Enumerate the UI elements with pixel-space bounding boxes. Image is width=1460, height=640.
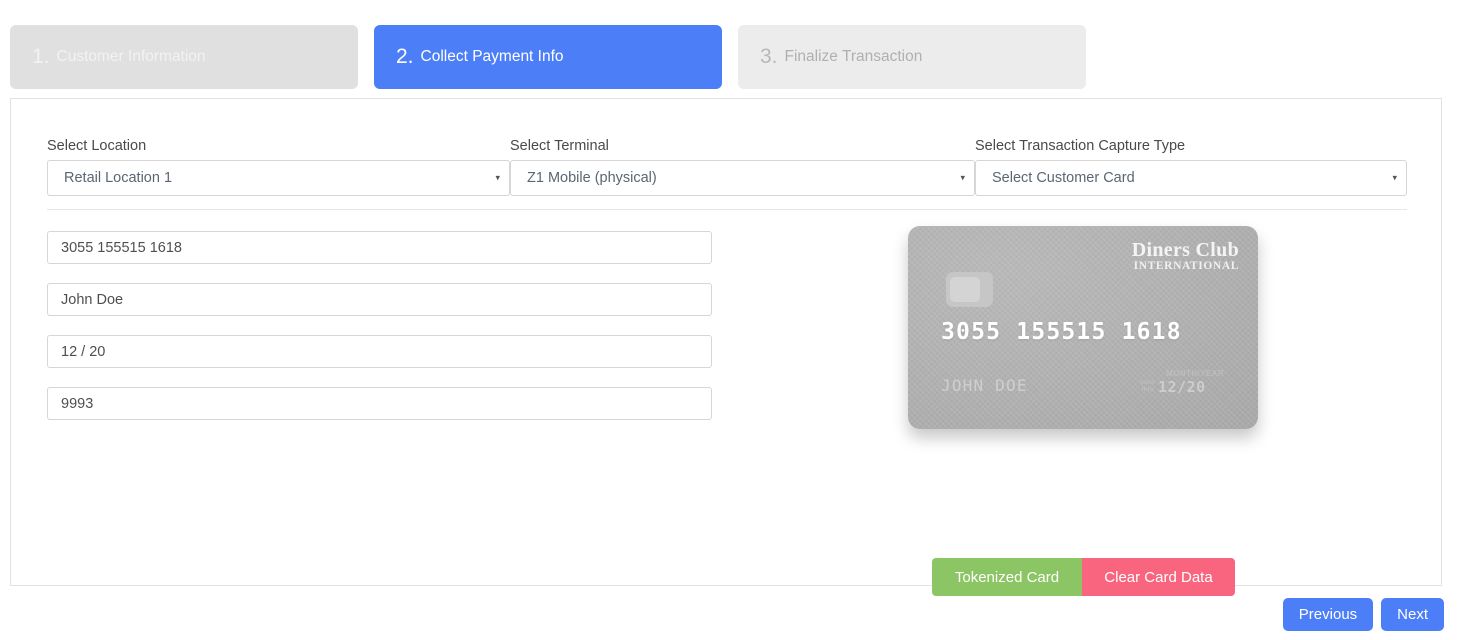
- capture-type-field-group: Select Transaction Capture Type Select C…: [975, 138, 1407, 196]
- chip-icon: [946, 272, 993, 307]
- step-label: Finalize Transaction: [784, 48, 923, 65]
- card-preview-number: 3055 155515 1618: [941, 319, 1182, 345]
- credit-card-preview-area: Diners Club INTERNATIONAL 3055 155515 16…: [897, 226, 1297, 429]
- card-cvv-input[interactable]: 9993: [47, 387, 712, 420]
- tokenize-card-button[interactable]: Tokenized Card: [932, 558, 1082, 596]
- previous-button[interactable]: Previous: [1282, 598, 1374, 631]
- diners-club-logo: Diners Club INTERNATIONAL: [1132, 240, 1239, 273]
- section-divider: [47, 209, 1407, 210]
- valid-thru-line2: thru: [1141, 386, 1155, 393]
- card-preview-name: JOHN DOE: [941, 376, 1028, 395]
- terminal-field-group: Select Terminal Z1 Mobile (physical) ▾: [510, 138, 975, 196]
- payment-wizard-page: 1. Customer Information 2. Collect Payme…: [0, 0, 1460, 640]
- chip-inner: [950, 277, 980, 302]
- location-select[interactable]: Retail Location 1 ▾: [47, 160, 510, 196]
- wizard-step-finalize-transaction[interactable]: 3. Finalize Transaction: [738, 25, 1086, 89]
- capture-type-label: Select Transaction Capture Type: [975, 138, 1186, 154]
- card-expiry-caption: MONTH/YEAR: [1166, 369, 1224, 378]
- card-preview-expiry: 12/20: [1158, 378, 1206, 396]
- chevron-down-icon: ▾: [495, 172, 500, 183]
- credit-card-preview: Diners Club INTERNATIONAL 3055 155515 16…: [908, 226, 1258, 429]
- wizard-step-customer-information[interactable]: 1. Customer Information: [10, 25, 358, 89]
- clear-card-data-button[interactable]: Clear Card Data: [1082, 558, 1235, 596]
- selectors-row: Select Location Retail Location 1 ▾ Sele…: [47, 138, 1407, 196]
- step-number: 1.: [32, 45, 50, 68]
- location-label: Select Location: [47, 138, 147, 154]
- card-expiry-input[interactable]: 12 / 20: [47, 335, 712, 368]
- cardholder-name-input[interactable]: John Doe: [47, 283, 712, 316]
- chevron-down-icon: ▾: [1392, 172, 1397, 183]
- step-number: 2.: [396, 45, 414, 68]
- step-label: Collect Payment Info: [420, 48, 564, 65]
- card-action-buttons: Tokenized Card Clear Card Data: [932, 558, 1235, 596]
- card-expiry-row: valid thru 12/20: [1139, 378, 1224, 396]
- wizard-navigation: Previous Next: [1282, 598, 1444, 631]
- card-preview-expiry-group: MONTH/YEAR valid thru 12/20: [1139, 369, 1224, 396]
- wizard-step-collect-payment-info[interactable]: 2. Collect Payment Info: [374, 25, 722, 89]
- step-number: 3.: [760, 45, 778, 68]
- payment-panel: Select Location Retail Location 1 ▾ Sele…: [10, 98, 1442, 596]
- card-number-input[interactable]: 3055 155515 1618: [47, 231, 712, 264]
- valid-thru-label: valid thru: [1139, 379, 1155, 394]
- card-brand-subtitle: INTERNATIONAL: [1133, 260, 1239, 273]
- location-field-group: Select Location Retail Location 1 ▾: [47, 138, 510, 196]
- card-details-form: 3055 155515 1618 John Doe 12 / 20 9993: [47, 231, 712, 439]
- terminal-select-value: Z1 Mobile (physical): [527, 170, 657, 186]
- step-label: Customer Information: [56, 48, 206, 65]
- location-select-value: Retail Location 1: [64, 170, 173, 186]
- terminal-label: Select Terminal: [510, 138, 609, 154]
- card-brand-name: Diners Club: [1131, 239, 1239, 261]
- capture-type-select[interactable]: Select Customer Card ▾: [975, 160, 1407, 196]
- next-button[interactable]: Next: [1381, 598, 1444, 631]
- chevron-down-icon: ▾: [960, 172, 965, 183]
- capture-type-select-value: Select Customer Card: [992, 170, 1135, 186]
- terminal-select[interactable]: Z1 Mobile (physical) ▾: [510, 160, 975, 196]
- wizard-step-tabs: 1. Customer Information 2. Collect Payme…: [10, 25, 1086, 89]
